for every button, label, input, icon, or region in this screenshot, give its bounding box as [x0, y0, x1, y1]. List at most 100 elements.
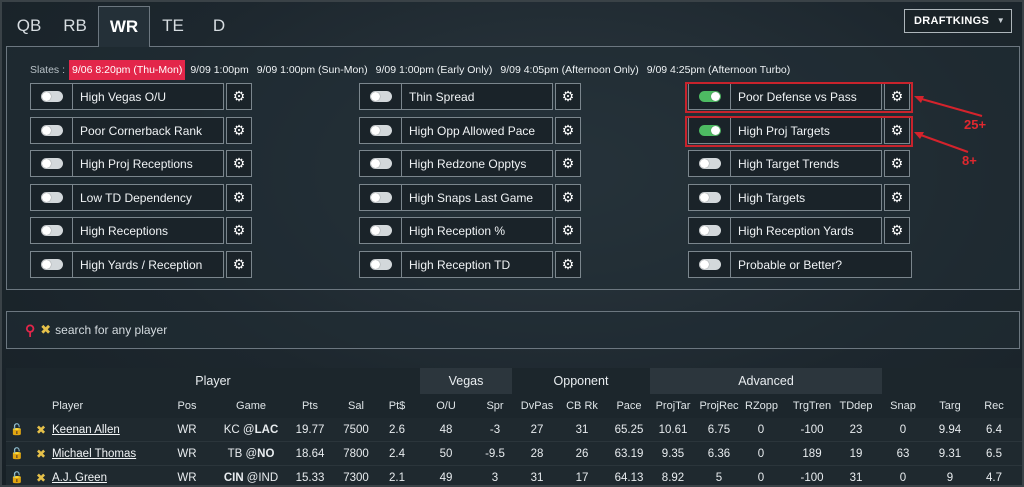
filter-toggle-switch[interactable]	[369, 259, 392, 270]
filter-toggle-switch[interactable]	[40, 225, 63, 236]
column-header[interactable]: Sal	[336, 394, 376, 418]
gear-icon[interactable]: ⚙	[226, 83, 252, 110]
gear-icon[interactable]: ⚙	[555, 83, 581, 110]
tab-rb[interactable]: RB	[52, 6, 98, 47]
column-header[interactable]: Pos	[170, 394, 204, 418]
filter-box: High Receptions	[30, 217, 224, 244]
filter-item: High Reception % ⚙	[359, 217, 581, 244]
slate-option[interactable]: 9/06 8:20pm (Thu-Mon)	[69, 60, 186, 80]
gear-icon[interactable]: ⚙	[555, 217, 581, 244]
slate-option[interactable]: 9/09 1:00pm (Early Only)	[373, 60, 496, 80]
filter-toggle-switch[interactable]	[40, 91, 63, 102]
gear-icon[interactable]: ⚙	[226, 150, 252, 177]
filter-toggle-switch[interactable]	[369, 91, 392, 102]
filter-toggle-switch[interactable]	[369, 125, 392, 136]
table-cell: 3	[491, 472, 499, 484]
filter-box: High Yards / Reception	[30, 251, 224, 278]
player-name-link[interactable]: A.J. Green	[52, 466, 162, 485]
column-header[interactable]: DvPas	[518, 394, 556, 418]
gear-icon[interactable]: ⚙	[226, 217, 252, 244]
table-cell: 189	[802, 448, 822, 460]
gear-icon[interactable]: ⚙	[555, 150, 581, 177]
player-name-link[interactable]: Keenan Allen	[52, 418, 162, 442]
table-cell: 5	[715, 472, 723, 484]
column-header[interactable]: O/U	[432, 394, 460, 418]
gear-icon[interactable]: ⚙	[226, 117, 252, 144]
column-header[interactable]: CB Rk	[565, 394, 599, 418]
slate-option[interactable]: 9/09 1:00pm (Sun-Mon)	[254, 60, 371, 80]
gear-icon[interactable]: ⚙	[555, 117, 581, 144]
table-cell: 19	[849, 448, 863, 460]
table-cell: -3	[489, 424, 501, 436]
search-input[interactable]	[55, 323, 356, 337]
filter-toggle-cell	[360, 84, 402, 109]
slate-bar: Slates : 9/06 8:20pm (Thu-Mon) 9/09 1:00…	[30, 59, 795, 81]
column-header[interactable]: Snap	[888, 394, 918, 418]
tab-wr[interactable]: WR	[98, 6, 150, 47]
column-header[interactable]: Targ	[931, 394, 969, 418]
gear-icon[interactable]: ⚙	[884, 217, 910, 244]
slate-option[interactable]: 9/09 4:25pm (Afternoon Turbo)	[644, 60, 794, 80]
filter-toggle-switch[interactable]	[698, 158, 721, 169]
tab-te[interactable]: TE	[150, 6, 196, 47]
column-header[interactable]: Pts	[289, 394, 331, 418]
gear-icon[interactable]: ⚙	[226, 184, 252, 211]
column-header[interactable]: Spr	[480, 394, 510, 418]
tab-qb[interactable]: QB	[6, 6, 52, 47]
column-header[interactable]: ProjRec	[699, 394, 739, 418]
column-header[interactable]: Pt$	[380, 394, 414, 418]
filter-box: High Target Trends	[688, 150, 882, 177]
table-cell: 48	[439, 424, 453, 436]
filter-toggle-switch[interactable]	[40, 259, 63, 270]
unlock-icon[interactable]: 🔓	[10, 418, 24, 442]
gear-icon[interactable]: ⚙	[226, 251, 252, 278]
gear-icon[interactable]: ⚙	[884, 184, 910, 211]
column-header[interactable]: Player	[52, 394, 162, 418]
filter-item: Poor Cornerback Rank ⚙	[30, 117, 252, 144]
unlock-icon[interactable]: 🔓	[10, 442, 24, 466]
filter-toggle-switch[interactable]	[40, 192, 63, 203]
table-row[interactable]: 🔓 ✖ A.J. Green WR CIN @IND 15.33 7300 2.1 49 3 31 17…	[6, 466, 1022, 485]
filter-toggle-switch[interactable]	[698, 225, 721, 236]
gear-icon[interactable]: ⚙	[555, 184, 581, 211]
filter-item: High Target Trends ⚙	[688, 150, 910, 177]
table-cell: 9.31	[938, 448, 962, 460]
filter-label: High Targets	[738, 190, 806, 205]
filter-box: Thin Spread	[359, 83, 553, 110]
table-row[interactable]: 🔓 ✖ Michael Thomas WR TB @NO 18.64 7800 2.4 50 -9…	[6, 442, 1022, 466]
filter-toggle-switch[interactable]	[369, 158, 392, 169]
filter-label: High Snaps Last Game	[409, 190, 534, 205]
search-icon[interactable]: ⚲	[25, 322, 35, 339]
unlock-icon[interactable]: 🔓	[10, 466, 24, 485]
filter-toggle-switch[interactable]	[40, 158, 63, 169]
player-name-link[interactable]: Michael Thomas	[52, 442, 162, 466]
slate-option[interactable]: 9/09 4:05pm (Afternoon Only)	[497, 60, 641, 80]
filter-toggle-switch[interactable]	[698, 259, 721, 270]
filter-label: High Target Trends	[738, 156, 840, 171]
gear-icon[interactable]: ⚙	[555, 251, 581, 278]
filter-toggle-cell	[31, 185, 73, 210]
exclude-icon[interactable]: ✖	[34, 418, 48, 442]
filter-toggle-switch[interactable]	[369, 192, 392, 203]
filter-toggle-switch[interactable]	[40, 125, 63, 136]
slate-option[interactable]: 9/09 1:00pm	[187, 60, 251, 80]
filter-toggle-switch[interactable]	[369, 225, 392, 236]
column-header[interactable]: RZopp	[745, 394, 778, 418]
filter-box: High Opp Allowed Pace	[359, 117, 553, 144]
table-row[interactable]: 🔓 ✖ Keenan Allen WR KC @LAC 19.77 7500 2.6 48 -3 2…	[6, 418, 1022, 442]
clear-icon[interactable]: ✖	[40, 322, 51, 338]
filter-item: High Targets ⚙	[688, 184, 910, 211]
column-header[interactable]: Rec	[979, 394, 1009, 418]
column-header[interactable]: ProjTar	[654, 394, 692, 418]
column-header[interactable]: TDdep	[839, 394, 873, 418]
column-header[interactable]: TrgTren	[791, 394, 833, 418]
filter-toggle-switch[interactable]	[698, 192, 721, 203]
exclude-icon[interactable]: ✖	[34, 442, 48, 466]
exclude-icon[interactable]: ✖	[34, 466, 48, 485]
tab-d[interactable]: D	[196, 6, 242, 47]
column-header[interactable]: Pace	[611, 394, 647, 418]
site-select[interactable]: DRAFTKINGS ▼	[904, 9, 1012, 33]
filter-item: High Yards / Reception ⚙	[30, 251, 252, 278]
group-header-opponent: Opponent	[512, 368, 650, 395]
column-header[interactable]: Game	[216, 394, 286, 418]
